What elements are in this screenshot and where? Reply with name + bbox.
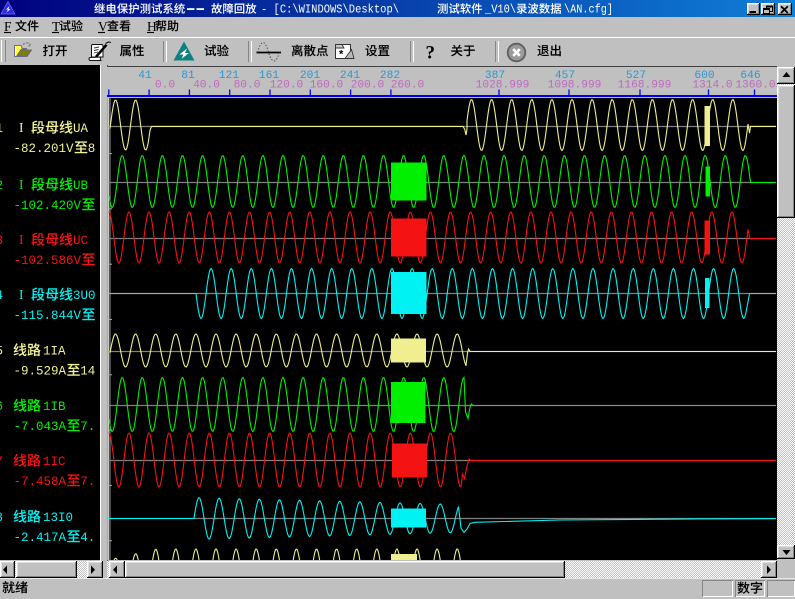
svg-text:I: I <box>19 232 24 247</box>
svg-text:13I0: 13I0 <box>43 511 73 525</box>
svg-text:3U0: 3U0 <box>73 289 96 303</box>
svg-text:\AN.cfg]: \AN.cfg] <box>564 3 613 17</box>
svg-text:_V10\: _V10\ <box>484 3 516 17</box>
svg-text:41: 41 <box>138 70 152 82</box>
svg-text:120.0: 120.0 <box>270 80 304 92</box>
svg-text:7.: 7. <box>80 475 95 489</box>
svg-text:*: * <box>339 49 344 61</box>
svg-text:F: F <box>4 19 12 34</box>
svg-text:1IA: 1IA <box>43 345 66 359</box>
svg-text:8: 8 <box>0 511 3 525</box>
svg-text:-102.586V: -102.586V <box>14 254 82 268</box>
svg-text:I: I <box>19 287 24 302</box>
svg-text:UA: UA <box>73 122 89 136</box>
svg-text:1028.999: 1028.999 <box>476 80 530 92</box>
svg-text:1IB: 1IB <box>43 400 66 414</box>
svg-text:I: I <box>19 120 24 135</box>
svg-text:-115.844V: -115.844V <box>14 309 82 323</box>
svg-text:V: V <box>98 19 108 34</box>
svg-text:UB: UB <box>73 179 89 193</box>
svg-text:260.0: 260.0 <box>391 80 425 92</box>
svg-text:T: T <box>52 19 61 34</box>
svg-text:UC: UC <box>73 234 88 248</box>
svg-text:?: ? <box>426 43 436 64</box>
svg-text:6: 6 <box>0 400 3 414</box>
svg-text:1: 1 <box>0 122 3 136</box>
svg-text:160.0: 160.0 <box>310 80 344 92</box>
svg-text:4: 4 <box>0 289 3 303</box>
svg-text:1360.0: 1360.0 <box>735 80 776 92</box>
svg-text:3: 3 <box>0 234 3 248</box>
svg-text:1098.999: 1098.999 <box>548 80 602 92</box>
svg-text:2: 2 <box>0 179 3 193</box>
svg-text:4.: 4. <box>80 531 95 545</box>
svg-text:1IC: 1IC <box>43 455 66 469</box>
svg-text:80.0: 80.0 <box>234 80 261 92</box>
svg-text:-9.529A: -9.529A <box>14 365 67 379</box>
svg-text:-102.420V: -102.420V <box>14 199 82 213</box>
svg-text:I: I <box>19 177 24 192</box>
svg-text:7: 7 <box>0 455 3 469</box>
svg-text:1314.0: 1314.0 <box>692 80 733 92</box>
svg-text:8: 8 <box>88 142 96 156</box>
svg-text:7.: 7. <box>80 420 95 434</box>
svg-text:14: 14 <box>80 365 95 379</box>
svg-text:1168.999: 1168.999 <box>618 80 672 92</box>
svg-text:-2.417A: -2.417A <box>14 531 67 545</box>
svg-text:-7.458A: -7.458A <box>14 475 67 489</box>
svg-text:0.0: 0.0 <box>155 80 175 92</box>
svg-text:40.0: 40.0 <box>193 80 220 92</box>
svg-text:- [C:\WINDOWS\Desktop\: - [C:\WINDOWS\Desktop\ <box>261 3 399 17</box>
svg-text:5: 5 <box>0 345 3 359</box>
svg-text:H: H <box>147 19 157 34</box>
svg-text:200.0: 200.0 <box>351 80 385 92</box>
svg-text:-82.201V: -82.201V <box>14 142 75 156</box>
svg-text:-7.043A: -7.043A <box>14 420 67 434</box>
